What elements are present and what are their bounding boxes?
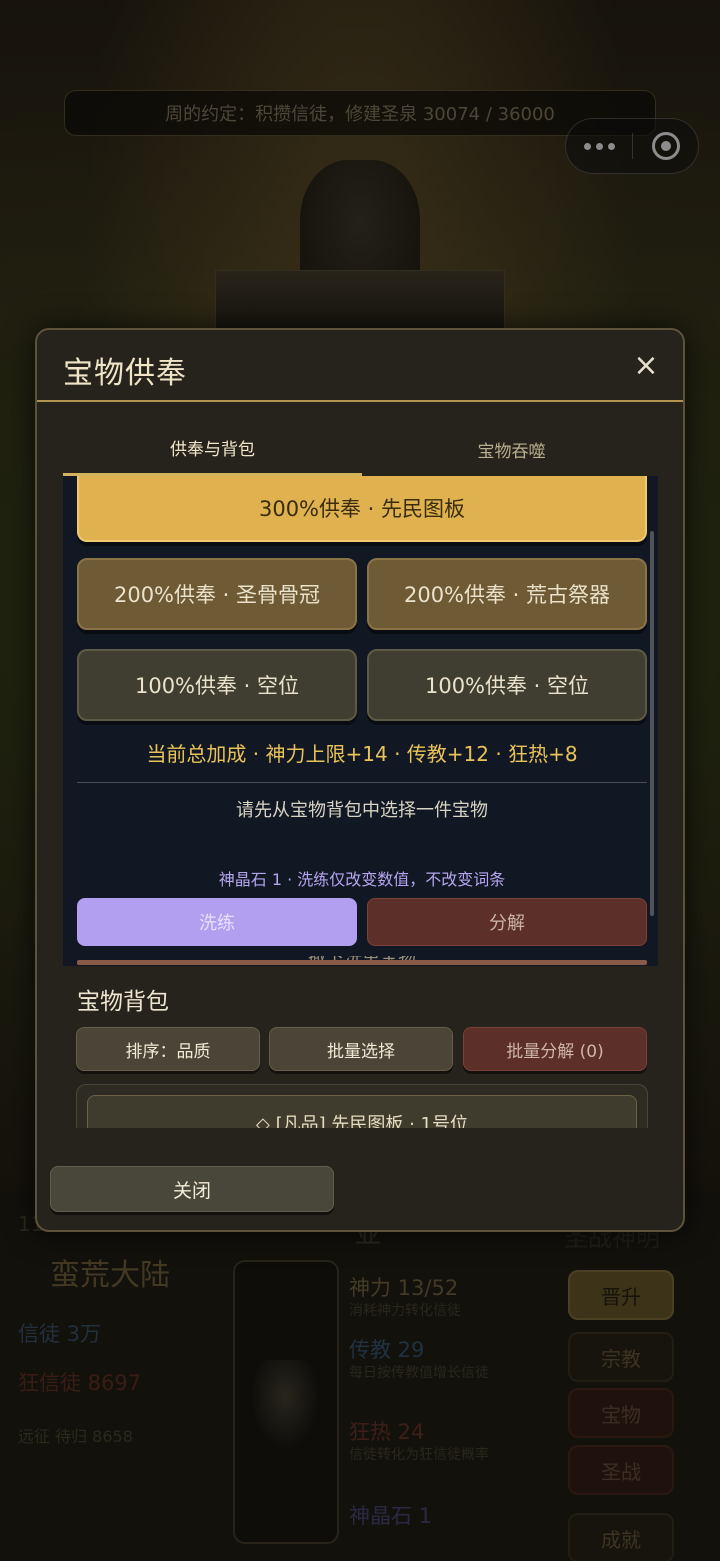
modal-title: 宝物供奉	[63, 356, 187, 391]
crystal-info-text: 神晶石 1 · 洗练仅改变数值，不改变词条	[218, 870, 506, 889]
close-icon[interactable]: ×	[631, 348, 661, 383]
treasure-offering-modal: 宝物供奉 × 供奉与背包 宝物吞噬 300%供奉 · 先民图板 200%供奉 ·…	[35, 328, 685, 1232]
bag-title: 宝物背包	[77, 989, 169, 1015]
multi-select-button[interactable]: 批量选择	[269, 1027, 453, 1071]
offering-slot-200-b[interactable]: 200%供奉 · 荒古祭器	[367, 558, 647, 630]
tab-devour[interactable]: 宝物吞噬	[362, 422, 661, 476]
modal-tabs: 供奉与背包 宝物吞噬	[63, 422, 661, 476]
bag-list: ◇ [凡品] 先民图板 · 1号位	[76, 1084, 648, 1128]
select-hint-text: 请先从宝物背包中选择一件宝物	[236, 800, 488, 821]
total-bonus-text: 当前总加成 · 神力上限+14 · 传教+12 · 狂热+8	[146, 742, 578, 766]
tab-offering-bag[interactable]: 供奉与背包	[63, 422, 362, 476]
bag-item[interactable]: ◇ [凡品] 先民图板 · 1号位	[87, 1095, 637, 1128]
divider	[77, 782, 647, 783]
scrollbar[interactable]	[650, 531, 654, 916]
offering-slot-100-a[interactable]: 100%供奉 · 空位	[77, 649, 357, 721]
modal-scroll-content[interactable]: 300%供奉 · 先民图板 200%供奉 · 圣骨骨冠 200%供奉 · 荒古祭…	[37, 476, 683, 1128]
unequip-button[interactable]	[77, 960, 647, 965]
batch-decompose-button[interactable]: 批量分解 (0)	[463, 1027, 647, 1071]
modal-header: 宝物供奉 ×	[37, 330, 683, 402]
sort-button[interactable]: 排序：品质	[76, 1027, 260, 1071]
offering-slot-100-b[interactable]: 100%供奉 · 空位	[367, 649, 647, 721]
offering-slot-main[interactable]: 300%供奉 · 先民图板	[77, 476, 647, 542]
offering-slot-200-a[interactable]: 200%供奉 · 圣骨骨冠	[77, 558, 357, 630]
offering-area	[63, 476, 658, 966]
decompose-button[interactable]: 分解	[367, 898, 647, 946]
refine-button[interactable]: 洗练	[77, 898, 357, 946]
close-button[interactable]: 关闭	[50, 1166, 334, 1212]
